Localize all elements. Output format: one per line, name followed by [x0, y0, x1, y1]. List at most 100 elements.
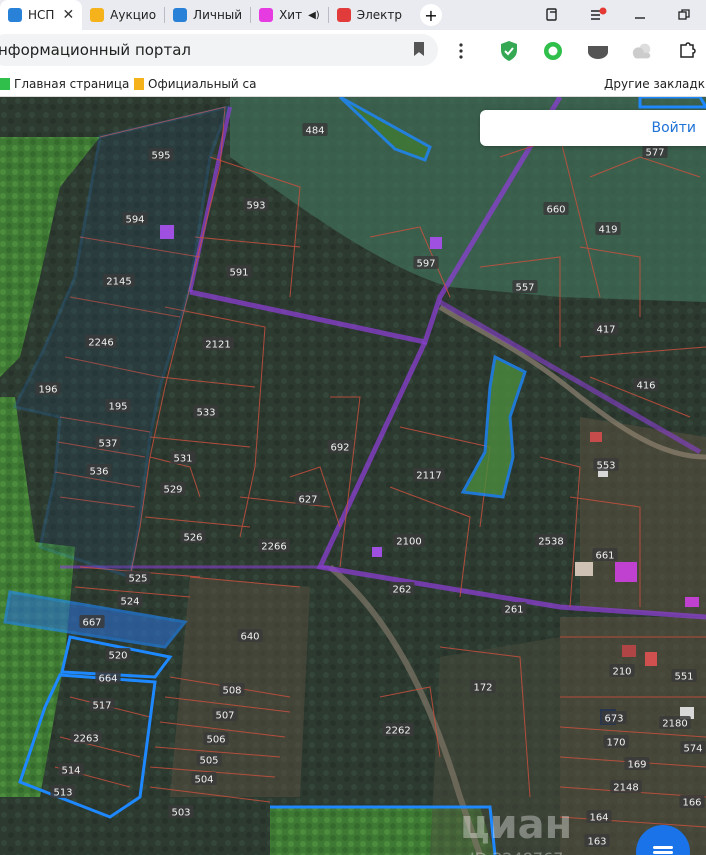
parcel-number[interactable]: 593: [246, 201, 265, 212]
parcel-number[interactable]: 170: [606, 738, 625, 749]
parcel-number[interactable]: 640: [240, 632, 259, 643]
parcel-number[interactable]: 166: [682, 798, 701, 809]
bookmark-official[interactable]: Официальный са: [134, 72, 260, 96]
bookmark-other[interactable]: Другие закладки: [604, 72, 706, 96]
parcel-number[interactable]: 503: [171, 808, 190, 819]
parcel-number[interactable]: 484: [305, 126, 324, 137]
parcel-number[interactable]: 169: [627, 760, 646, 771]
parcel-number[interactable]: 172: [473, 683, 492, 694]
parcel-number[interactable]: 574: [683, 744, 702, 755]
bookmark-label: Официальный са: [148, 77, 257, 91]
parcel-number[interactable]: 417: [596, 325, 615, 336]
tab-label: Электр: [356, 8, 402, 22]
parcel-number[interactable]: 419: [598, 225, 617, 236]
parcel-number[interactable]: 507: [215, 711, 234, 722]
notifications-icon[interactable]: [578, 0, 618, 30]
minimize-icon[interactable]: [620, 0, 660, 30]
bookmark-icon[interactable]: [414, 42, 424, 56]
parcel-number[interactable]: 537: [98, 439, 117, 450]
parcel-number[interactable]: 261: [504, 605, 523, 616]
tab-label: НСП: [28, 8, 55, 22]
parcel-number[interactable]: 508: [222, 686, 241, 697]
parcel-number[interactable]: 553: [596, 461, 615, 472]
address-text[interactable]: нформационный портал: [0, 34, 191, 66]
parcel-number[interactable]: 2180: [662, 719, 687, 730]
parcel-number[interactable]: 536: [89, 467, 108, 478]
shield-check-icon[interactable]: [498, 40, 520, 62]
parcel-number[interactable]: 2246: [88, 338, 113, 349]
login-label: Войти: [651, 120, 696, 136]
parcel-number[interactable]: 2266: [261, 542, 286, 553]
parcel-number[interactable]: 195: [108, 402, 127, 413]
gosuslugi-favicon-icon: [173, 8, 188, 22]
restore-icon[interactable]: [664, 0, 704, 30]
parcel-number[interactable]: 660: [546, 205, 565, 216]
parcel-number[interactable]: 504: [194, 775, 213, 786]
new-tab-button[interactable]: +: [419, 4, 442, 26]
login-button[interactable]: Войти: [480, 110, 706, 146]
parcel-number[interactable]: 514: [61, 766, 80, 777]
parcel-number[interactable]: 2148: [613, 783, 638, 794]
menu-dots-icon[interactable]: [450, 40, 472, 62]
tab-nsp[interactable]: НСП ✕: [0, 0, 83, 30]
parcel-number[interactable]: 673: [604, 714, 623, 725]
parcel-number[interactable]: 164: [589, 813, 608, 824]
parcel-number[interactable]: 2145: [106, 277, 131, 288]
home-favicon-icon: [0, 78, 10, 90]
parcel-number[interactable]: 597: [416, 259, 435, 270]
map-canvas[interactable]: 484 595 577 594 593 660 419 597 591 2145 557 417 224…: [0, 97, 706, 855]
parcel-number[interactable]: 533: [196, 408, 215, 419]
parcel-number[interactable]: 2121: [205, 340, 230, 351]
parcel-number[interactable]: 513: [53, 788, 72, 799]
tab-personal[interactable]: Личный: [165, 0, 250, 30]
parcel-number[interactable]: 551: [674, 672, 693, 683]
parcel-number[interactable]: 2117: [416, 471, 441, 482]
parcel-number[interactable]: 591: [229, 268, 248, 279]
parcel-number[interactable]: 526: [183, 533, 202, 544]
tab-hit[interactable]: Хит ◀): [251, 0, 328, 30]
speaker-icon[interactable]: ◀): [308, 10, 320, 21]
parcel-number[interactable]: 2100: [396, 537, 421, 548]
parcel-number[interactable]: 163: [587, 837, 606, 848]
omnibox[interactable]: нформационный портал: [0, 34, 438, 66]
watermark-id: ID 3248767: [470, 849, 563, 855]
parcel-number[interactable]: 594: [125, 215, 144, 226]
parcel-number[interactable]: 692: [330, 443, 349, 454]
parcel-number[interactable]: 667: [82, 618, 101, 629]
parcel-number[interactable]: 210: [612, 667, 631, 678]
ring-icon[interactable]: [542, 40, 564, 62]
puzzle-icon[interactable]: [676, 40, 698, 62]
parcel-number[interactable]: 531: [173, 454, 192, 465]
hat-icon[interactable]: [587, 40, 609, 62]
parcel-number[interactable]: 577: [645, 148, 664, 159]
parcel-number[interactable]: 557: [515, 283, 534, 294]
tab-auction[interactable]: Аукцио: [82, 0, 164, 30]
parcel-number[interactable]: 524: [120, 597, 139, 608]
parcel-number[interactable]: 661: [595, 551, 614, 562]
cloud-icon[interactable]: [631, 40, 653, 62]
tab-electro[interactable]: Электр: [329, 0, 410, 30]
tab-label: Личный: [193, 8, 243, 22]
parcel-number[interactable]: 2538: [538, 537, 563, 548]
parcel-number[interactable]: 595: [151, 151, 170, 162]
parcel-number[interactable]: 2263: [73, 734, 98, 745]
nsp-favicon-icon: [8, 8, 22, 22]
parcel-number[interactable]: 506: [206, 735, 225, 746]
parcel-number[interactable]: 517: [92, 701, 111, 712]
parcel-number[interactable]: 262: [392, 585, 411, 596]
parcel-number[interactable]: 196: [38, 385, 57, 396]
address-bar-row: нформационный портал: [0, 30, 706, 72]
cadastral-map[interactable]: 484 595 577 594 593 660 419 597 591 2145 557 417 224…: [0, 97, 706, 855]
parcel-number[interactable]: 505: [199, 756, 218, 767]
parcel-number[interactable]: 416: [636, 381, 655, 392]
parcel-number[interactable]: 525: [128, 574, 147, 585]
parcel-number[interactable]: 520: [108, 651, 127, 662]
bookmark-home[interactable]: Главная страница: [0, 72, 129, 96]
parcel-number[interactable]: 664: [98, 674, 117, 685]
parcel-number[interactable]: 627: [298, 495, 317, 506]
collections-icon[interactable]: [532, 0, 572, 30]
close-tab-icon[interactable]: ✕: [62, 7, 74, 23]
parcel-number[interactable]: 2262: [385, 726, 410, 737]
parcel-number[interactable]: 529: [163, 485, 182, 496]
electro-favicon-icon: [336, 8, 351, 22]
